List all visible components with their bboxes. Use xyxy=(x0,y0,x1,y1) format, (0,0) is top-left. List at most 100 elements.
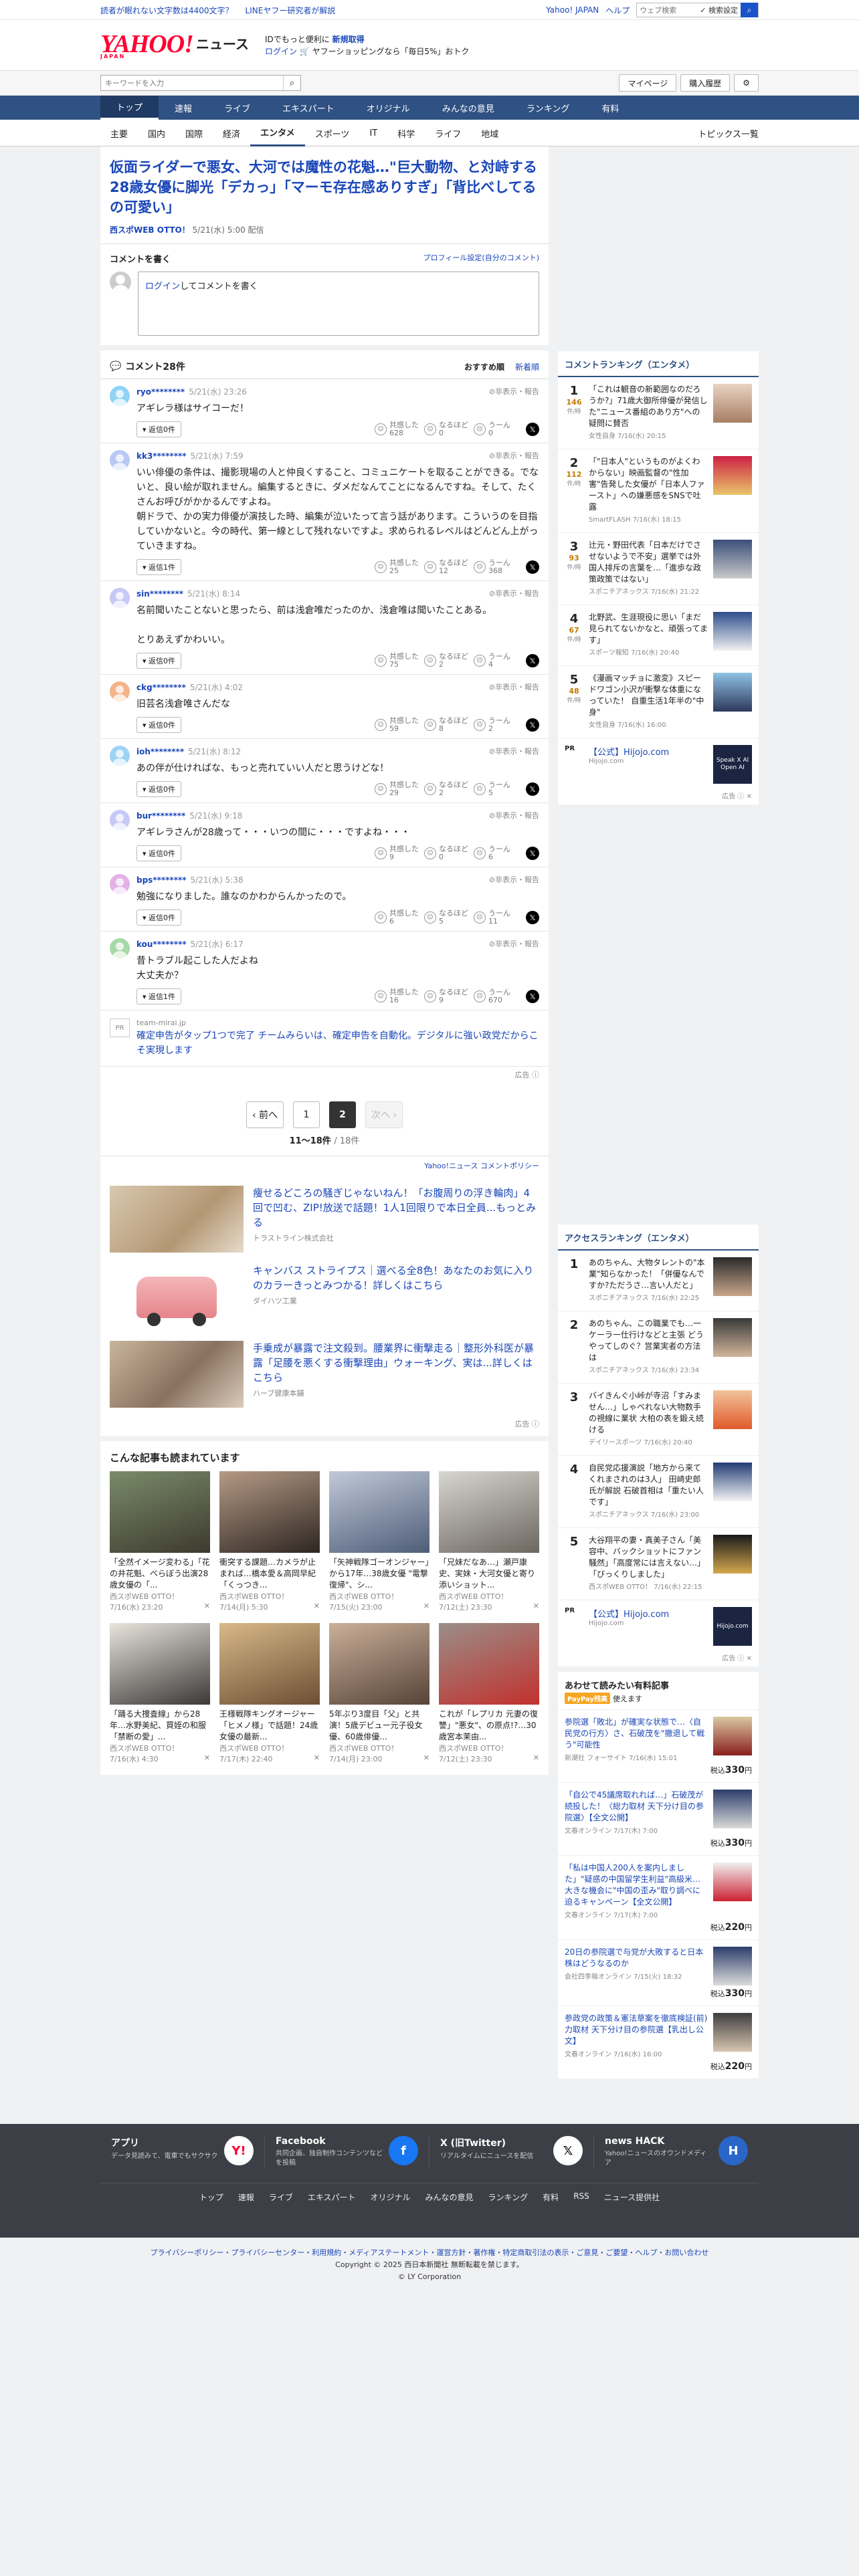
keyword-input[interactable] xyxy=(101,76,283,90)
cat-it[interactable]: IT xyxy=(359,120,387,146)
sort-recommended[interactable]: おすすめ順 xyxy=(464,361,504,372)
ad-text[interactable]: 確定申告がタップ1つで完了 チームみらいは、確定申告を自動化。デジタルに強い政党… xyxy=(136,1029,539,1058)
naruhodo-button[interactable]: ☺ なるほど 9 xyxy=(424,988,474,1004)
yahoo-japan-link[interactable]: Yahoo! JAPAN xyxy=(546,5,599,15)
web-search-input[interactable] xyxy=(637,3,698,17)
sponsored-item[interactable]: 痩せるどころの騒ぎじゃないねん！「お腹周りの浮き輪肉」4回で凹む、ZIP!放送で… xyxy=(110,1180,539,1258)
access-ranking-item[interactable]: 3 バイきんぐ小峠が寺沼「すみません…」しゃべれない大物数手の視線に業状 大柏の表… xyxy=(558,1384,759,1456)
recommend-title[interactable]: 5年ぶり3度目「父」と共演！5歳デビュー元子役女優、60歳俳優... xyxy=(329,1709,430,1743)
cat-world[interactable]: 国際 xyxy=(175,120,213,146)
x-share-icon[interactable]: 𝕏 xyxy=(526,654,539,667)
x-share-icon[interactable]: 𝕏 xyxy=(526,718,539,732)
comment-input[interactable]: ログインしてコメントを書く xyxy=(138,272,539,336)
recommend-item[interactable]: 「矢神戦隊ゴーオンジャー」から17年…38歳女優 "電撃復帰"、シ... 西スポW… xyxy=(329,1471,430,1612)
paid-item[interactable]: 「自公で45議席取れれば…」石破茂が続投した！〈総力取材 天下分け目の参院選〉【… xyxy=(558,1782,759,1855)
policy-links[interactable]: プライバシーポリシー・プライバシーセンター・利用規約・メディアステートメント・運… xyxy=(0,2247,859,2259)
cat-domestic[interactable]: 国内 xyxy=(138,120,175,146)
purchase-history-button[interactable]: 購入履歴 xyxy=(680,74,731,92)
comment-policy-link[interactable]: Yahoo!ニュース コメントポリシー xyxy=(100,1156,549,1175)
comment-user[interactable]: kk3******** 5/21(水) 7:59 xyxy=(136,450,244,461)
nav-opinion[interactable]: みんなの意見 xyxy=(426,96,510,120)
close-icon[interactable]: ✕ xyxy=(204,1602,210,1612)
uun-button[interactable]: ☹ うーん 11 xyxy=(474,909,523,926)
cat-local[interactable]: 地域 xyxy=(471,120,508,146)
reply-button[interactable]: ▾ 返信0件 xyxy=(136,717,182,733)
nav-breaking[interactable]: 速報 xyxy=(159,96,208,120)
close-icon[interactable]: ✕ xyxy=(423,1602,430,1612)
rank-title[interactable]: 大谷翔平の妻・真美子さん「美容中、バックショットにファン騒然」「高度常には言えな… xyxy=(589,1535,708,1580)
uun-button[interactable]: ☹ うーん 4 xyxy=(474,653,523,669)
rank-title[interactable]: 「"日本人"というものがよくわからない」映画監督の"性加害"告発した女優が「日本… xyxy=(589,456,708,513)
paid-title[interactable]: 20日の参院選で与党が大敗すると日本株はどうなるのか xyxy=(565,1947,708,1969)
ad-label[interactable]: 広告 ⓘ ✕ xyxy=(558,1652,759,1667)
nav-live[interactable]: ライブ xyxy=(208,96,266,120)
close-icon[interactable]: ✕ xyxy=(314,1753,320,1764)
paid-title[interactable]: 参院選「敗北」が確実な状態で…〈自民党の行方〉さ、石破茂を"撤退して戦う"可能性 xyxy=(565,1717,708,1751)
access-ranking-item[interactable]: 2 あのちゃん、この職業でも…一ケーラー仕行けなどと主張 どうやってしのぐ？営業実… xyxy=(558,1311,759,1384)
recommend-title[interactable]: 「兄妹だなあ…」瀬戸康史、実妹・大河女優と寄り添いショット... xyxy=(439,1557,539,1591)
naruhodo-button[interactable]: ☺ なるほど 12 xyxy=(424,559,474,575)
footer-social-item[interactable]: アプリ データ見読みて、電車でもサクサク Y! xyxy=(100,2136,265,2168)
paid-item[interactable]: 「私は中国人200人を案内しました」"疑惑の中国留学生利益"高級米…大きな機会に… xyxy=(558,1855,759,1939)
side-ad-title[interactable]: 【公式】Hijojo.com xyxy=(589,745,708,758)
close-icon[interactable]: ✕ xyxy=(314,1602,320,1612)
side-ad-title[interactable]: 【公式】Hijojo.com xyxy=(589,1607,708,1620)
recommend-item[interactable]: 衝突する課題…カメラが止まれば…橋本愛＆高岡早紀「くっつき... 西スポWEB O… xyxy=(219,1471,320,1612)
access-ranking-item[interactable]: 1 あのちゃん、大物タレントの"本業"知らなかった！「併優なんですか?ただうさ…言… xyxy=(558,1251,759,1311)
paid-item[interactable]: 参院選「敗北」が確実な状態で…〈自民党の行方〉さ、石破茂を"撤退して戦う"可能性… xyxy=(558,1709,759,1782)
x-share-icon[interactable]: 𝕏 xyxy=(526,847,539,860)
empathy-button[interactable]: ☺ 共感した 59 xyxy=(375,717,424,733)
mypage-button[interactable]: マイページ xyxy=(619,74,677,92)
naruhodo-button[interactable]: ☺ なるほど 0 xyxy=(424,421,474,437)
empathy-button[interactable]: ☺ 共感した 6 xyxy=(375,909,424,926)
comment-login-link[interactable]: ログイン xyxy=(145,282,180,292)
footer-link[interactable]: みんなの意見 xyxy=(425,2191,474,2203)
footer-link[interactable]: 速報 xyxy=(238,2191,254,2203)
empathy-button[interactable]: ☺ 共感した 16 xyxy=(375,988,424,1004)
cat-main[interactable]: 主要 xyxy=(100,120,138,146)
naruhodo-button[interactable]: ☺ なるほど 2 xyxy=(424,781,474,797)
footer-social-item[interactable]: Facebook 共同企画、独自制作コンテンツなどを投稿 f xyxy=(265,2136,430,2168)
comment-ranking-item[interactable]: 4 67 件/時 北野武、生涯現役に思い「まだ見られてないかなと、頑張ってます」 スポー… xyxy=(558,605,759,666)
footer-link[interactable]: ランキング xyxy=(488,2191,529,2203)
footer-link[interactable]: ライブ xyxy=(269,2191,293,2203)
uun-button[interactable]: ☹ うーん 670 xyxy=(474,988,523,1004)
footer-link[interactable]: トップ xyxy=(199,2191,223,2203)
recommend-item[interactable]: 「踊る大捜査線」から28年…水野美紀、買姪の和服「禁断の愛」... 西スポWEB … xyxy=(110,1623,210,1764)
top-link-2[interactable]: LINEヤフー研究者が解説 xyxy=(246,5,336,16)
topics-list-link[interactable]: トピックス一覧 xyxy=(698,127,759,140)
login-link[interactable]: ログイン xyxy=(265,47,297,56)
ad-label[interactable]: 広告 ⓘ xyxy=(100,1067,549,1083)
sponsored-title[interactable]: キャンバス ストライプス｜選べる全8色！あなたのお気に入りのカラーきっとみつかる… xyxy=(253,1263,539,1293)
reply-button[interactable]: ▾ 返信0件 xyxy=(136,845,182,861)
comment-ranking-item[interactable]: 2 112 件/時 「"日本人"というものがよくわからない」映画監督の"性加害"告発し… xyxy=(558,449,759,533)
comment-user[interactable]: sin******** 5/21(水) 8:14 xyxy=(136,588,240,599)
comment-user[interactable]: ryo******** 5/21(水) 23:26 xyxy=(136,386,247,397)
hide-report-link[interactable]: ⊘非表示・報告 xyxy=(489,874,539,885)
empathy-button[interactable]: ☺ 共感した 25 xyxy=(375,559,424,575)
paid-item[interactable]: 参政党の政策＆憲法草案を徹底検証(前)力取材 天下分け目の参院選【乳出し公文】文… xyxy=(558,2006,759,2078)
prev-page-button[interactable]: ‹ 前へ xyxy=(246,1101,284,1128)
comment-ranking-item[interactable]: 3 93 件/時 辻元・野田代表「日本だけでさせないようで不安」選挙では外国人排斥の言… xyxy=(558,533,759,605)
nav-expert[interactable]: エキスパート xyxy=(266,96,351,120)
naruhodo-button[interactable]: ☺ なるほど 0 xyxy=(424,845,474,861)
x-share-icon[interactable]: 𝕏 xyxy=(526,990,539,1003)
rank-title[interactable]: 辻元・野田代表「日本だけでさせないようで不安」選挙では外国人排斥の言葉を…「進歩… xyxy=(589,540,708,585)
comment-user[interactable]: kou******** 5/21(水) 6:17 xyxy=(136,938,244,950)
recommend-title[interactable]: 「踊る大捜査線」から28年…水野美紀、買姪の和服「禁断の愛」... xyxy=(110,1709,210,1743)
close-icon[interactable]: ✕ xyxy=(204,1753,210,1764)
page-1-button[interactable]: 1 xyxy=(293,1101,320,1128)
profile-settings-link[interactable]: プロフィール設定(自分のコメント) xyxy=(423,252,539,265)
rank-title[interactable]: 北野武、生涯現役に思い「まだ見られてないかなと、頑張ってます」 xyxy=(589,612,708,646)
empathy-button[interactable]: ☺ 共感した 628 xyxy=(375,421,424,437)
hide-report-link[interactable]: ⊘非表示・報告 xyxy=(489,588,539,599)
recommend-item[interactable]: 「全然イメージ変わる」「花の井花魁、べらぼう出演28歳女優の「... 西スポWEB… xyxy=(110,1471,210,1612)
paid-title[interactable]: 「私は中国人200人を案内しました」"疑惑の中国留学生利益"高級米…大きな機会に… xyxy=(565,1862,708,1908)
x-share-icon[interactable]: 𝕏 xyxy=(526,911,539,924)
uun-button[interactable]: ☹ うーん 368 xyxy=(474,559,523,575)
footer-link[interactable]: RSS xyxy=(573,2191,589,2203)
reply-button[interactable]: ▾ 返信1件 xyxy=(136,559,182,575)
sponsored-item[interactable]: キャンバス ストライプス｜選べる全8色！あなたのお気に入りのカラーきっとみつかる… xyxy=(110,1258,539,1335)
hide-report-link[interactable]: ⊘非表示・報告 xyxy=(489,681,539,693)
footer-link[interactable]: ニュース提供社 xyxy=(604,2191,660,2203)
